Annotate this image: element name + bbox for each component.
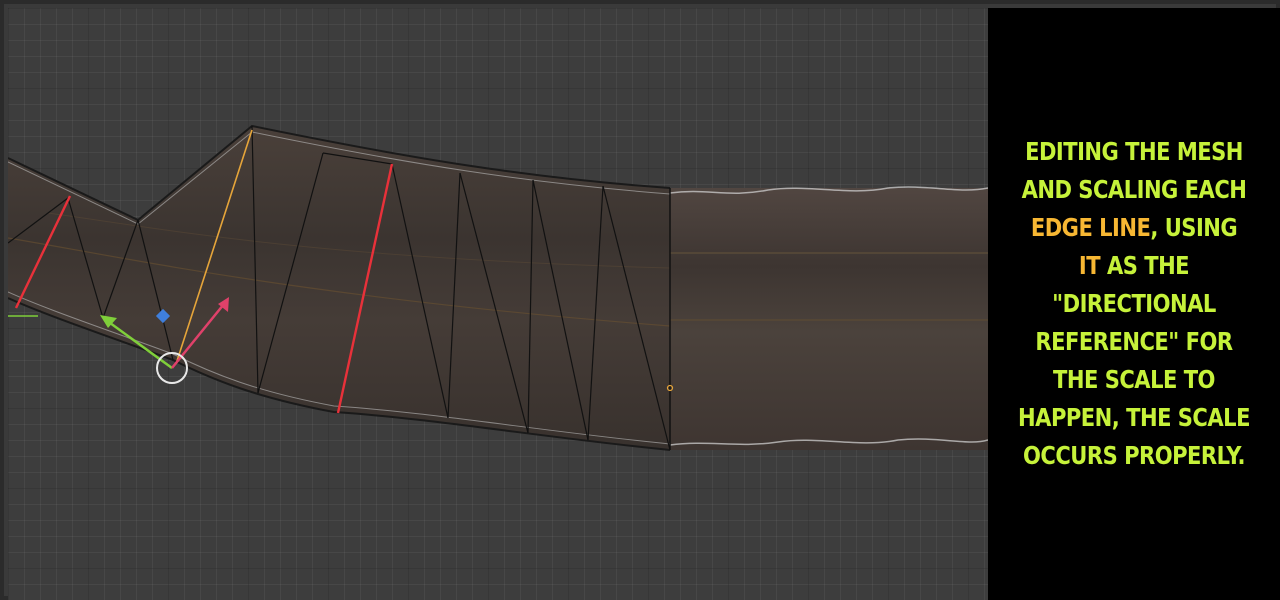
caption-segment-3: it — [1078, 251, 1101, 280]
screenshot-frame: Editing the mesh and scaling each edge l… — [0, 0, 1280, 600]
caption-segment-2: , using — [1150, 213, 1238, 242]
caption-segment-4: as the "directional reference" for the s… — [1018, 251, 1250, 470]
caption-segment-1: edge line — [1030, 213, 1151, 242]
caption-text: Editing the mesh and scaling each edge l… — [1018, 133, 1250, 475]
viewport-scene — [8, 124, 988, 451]
road-straight-segment — [669, 186, 988, 450]
3d-viewport[interactable] — [8, 8, 988, 600]
caption-panel: Editing the mesh and scaling each edge l… — [988, 8, 1280, 600]
caption-segment-0: Editing the mesh and scaling each — [1021, 137, 1247, 204]
road-curved-mesh[interactable] — [8, 124, 671, 451]
